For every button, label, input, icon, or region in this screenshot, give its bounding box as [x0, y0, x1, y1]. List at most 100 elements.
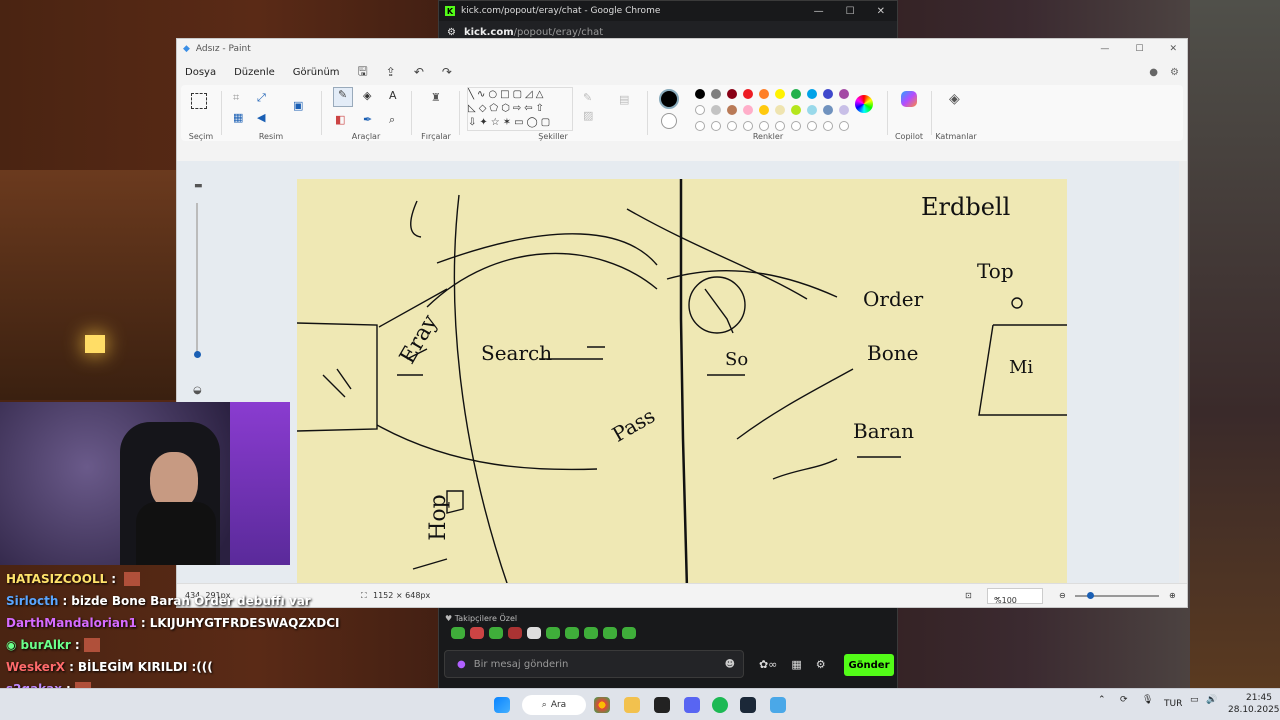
- chat-settings-icon[interactable]: ⚙: [816, 658, 826, 671]
- palette-swatch[interactable]: [839, 121, 849, 131]
- redo-icon[interactable]: ↷: [442, 65, 452, 79]
- site-info-icon[interactable]: ⚙: [447, 27, 456, 38]
- steam-icon[interactable]: [740, 697, 756, 713]
- emote-icon[interactable]: [584, 627, 598, 639]
- drawing-canvas[interactable]: Eray Search Order Bone Baran Erdbell Top…: [296, 179, 1067, 585]
- fill-icon[interactable]: ◈: [363, 89, 371, 102]
- tray-chevron-icon[interactable]: ⌃: [1098, 695, 1106, 705]
- emote-icon[interactable]: [565, 627, 579, 639]
- palette-swatch[interactable]: [759, 105, 769, 115]
- start-icon[interactable]: [494, 697, 510, 713]
- fill-shape-icon[interactable]: ▨: [583, 109, 593, 122]
- emote-icon[interactable]: [508, 627, 522, 639]
- undo-icon[interactable]: ↶: [414, 65, 424, 79]
- emote-icon[interactable]: [622, 627, 636, 639]
- palette-swatch[interactable]: [711, 121, 721, 131]
- palette-swatch[interactable]: [775, 105, 785, 115]
- palette-swatch[interactable]: [727, 105, 737, 115]
- pencil-icon[interactable]: ✎: [333, 87, 353, 107]
- edit-colors-icon[interactable]: [855, 95, 873, 113]
- minimize-icon[interactable]: —: [1100, 44, 1109, 54]
- palette-swatch[interactable]: [839, 105, 849, 115]
- emote-icon[interactable]: [451, 627, 465, 639]
- send-button[interactable]: Gönder: [844, 654, 894, 676]
- mic-icon[interactable]: ●: [457, 659, 466, 670]
- palette-swatch[interactable]: [727, 121, 737, 131]
- palette-swatch[interactable]: [791, 89, 801, 99]
- clock-time[interactable]: 21:45: [1246, 693, 1272, 703]
- close-icon[interactable]: ✕: [877, 6, 885, 17]
- palette-swatch[interactable]: [775, 89, 785, 99]
- network-icon[interactable]: ▭: [1190, 695, 1199, 705]
- magnifier-icon[interactable]: ⌕: [389, 113, 395, 127]
- maximize-icon[interactable]: ☐: [846, 6, 855, 17]
- palette-swatch[interactable]: [695, 121, 705, 131]
- share-icon[interactable]: ⇪: [386, 65, 396, 79]
- text-icon[interactable]: A: [389, 89, 397, 102]
- palette-swatch[interactable]: [823, 105, 833, 115]
- settings-gear-icon[interactable]: ⚙: [1170, 67, 1179, 78]
- palette-swatch[interactable]: [759, 89, 769, 99]
- emote-icon[interactable]: [546, 627, 560, 639]
- size-icon[interactable]: ▤: [619, 93, 629, 106]
- volume-icon[interactable]: 🔊: [1206, 695, 1217, 705]
- color-1-swatch[interactable]: [659, 89, 679, 109]
- menu-file[interactable]: Dosya: [185, 67, 216, 78]
- palette-swatch[interactable]: [839, 89, 849, 99]
- outline-icon[interactable]: ✎: [583, 91, 592, 104]
- brush-icon[interactable]: ♜: [431, 91, 441, 104]
- palette-swatch[interactable]: [759, 121, 769, 131]
- emoji-icon[interactable]: ☻: [725, 659, 743, 670]
- palette-swatch[interactable]: [807, 89, 817, 99]
- zoom-in-icon[interactable]: ⊕: [1169, 591, 1176, 600]
- zoom-out-icon[interactable]: ⊖: [1059, 591, 1066, 600]
- store-icon[interactable]: ▦: [791, 658, 801, 671]
- chrome-icon[interactable]: [594, 697, 610, 713]
- taskbar-search[interactable]: ⌕ Ara: [522, 695, 586, 715]
- emote-icon[interactable]: [603, 627, 617, 639]
- account-icon[interactable]: ●: [1149, 67, 1158, 78]
- emote-icon[interactable]: [470, 627, 484, 639]
- palette-swatch[interactable]: [743, 121, 753, 131]
- clock-date[interactable]: 28.10.2025: [1228, 705, 1280, 715]
- zoom-select[interactable]: %100 ⌄: [987, 588, 1043, 605]
- sync-icon[interactable]: ⟳: [1120, 695, 1128, 705]
- brush-size-slider[interactable]: ▬ ◒: [189, 181, 205, 396]
- discord-icon[interactable]: [684, 697, 700, 713]
- crop-icon[interactable]: ⌗: [233, 91, 239, 105]
- palette-swatch[interactable]: [775, 121, 785, 131]
- eraser-icon[interactable]: ◧: [335, 113, 345, 126]
- fit-icon[interactable]: ⊡: [965, 591, 972, 600]
- close-icon[interactable]: ✕: [1169, 44, 1177, 54]
- color-picker-icon[interactable]: ✒: [363, 113, 372, 126]
- zoom-slider-thumb[interactable]: [1087, 592, 1094, 599]
- palette-swatch[interactable]: [823, 121, 833, 131]
- save-icon[interactable]: 🖫: [358, 62, 368, 83]
- menu-view[interactable]: Görünüm: [293, 67, 340, 78]
- resize-icon[interactable]: ⤢: [257, 91, 266, 105]
- palette-swatch[interactable]: [791, 105, 801, 115]
- menu-edit[interactable]: Düzenle: [234, 67, 275, 78]
- palette-swatch[interactable]: [807, 105, 817, 115]
- palette-swatch[interactable]: [727, 89, 737, 99]
- minimize-icon[interactable]: —: [814, 6, 824, 17]
- rotate-icon[interactable]: ◀: [257, 111, 265, 124]
- microphone-icon[interactable]: 🎙: [1142, 695, 1153, 705]
- color-2-swatch[interactable]: [661, 113, 677, 129]
- palette-swatch[interactable]: [791, 121, 801, 131]
- remove-bg-icon[interactable]: ▦: [233, 111, 243, 124]
- palette-swatch[interactable]: [695, 105, 705, 115]
- palette-swatch[interactable]: [711, 105, 721, 115]
- spotify-icon[interactable]: [712, 697, 728, 713]
- message-input[interactable]: ● Bir mesaj gönderin ☻: [444, 650, 744, 678]
- vertical-scrollbar[interactable]: [1179, 161, 1187, 585]
- layers-icon[interactable]: ◈: [949, 91, 960, 107]
- palette-swatch[interactable]: [695, 89, 705, 99]
- palette-swatch[interactable]: [807, 121, 817, 131]
- emote-icon[interactable]: [527, 627, 541, 639]
- select-icon[interactable]: [191, 93, 207, 109]
- shapes-gallery[interactable]: ╲∿○□▢◿△ ◺◇⬠⬡⇨⇦⇧ ⇩✦☆✶▭◯▢: [467, 87, 573, 131]
- points-icon[interactable]: ✿∞: [759, 658, 777, 671]
- obs-icon[interactable]: [654, 697, 670, 713]
- copilot-icon[interactable]: [901, 91, 917, 107]
